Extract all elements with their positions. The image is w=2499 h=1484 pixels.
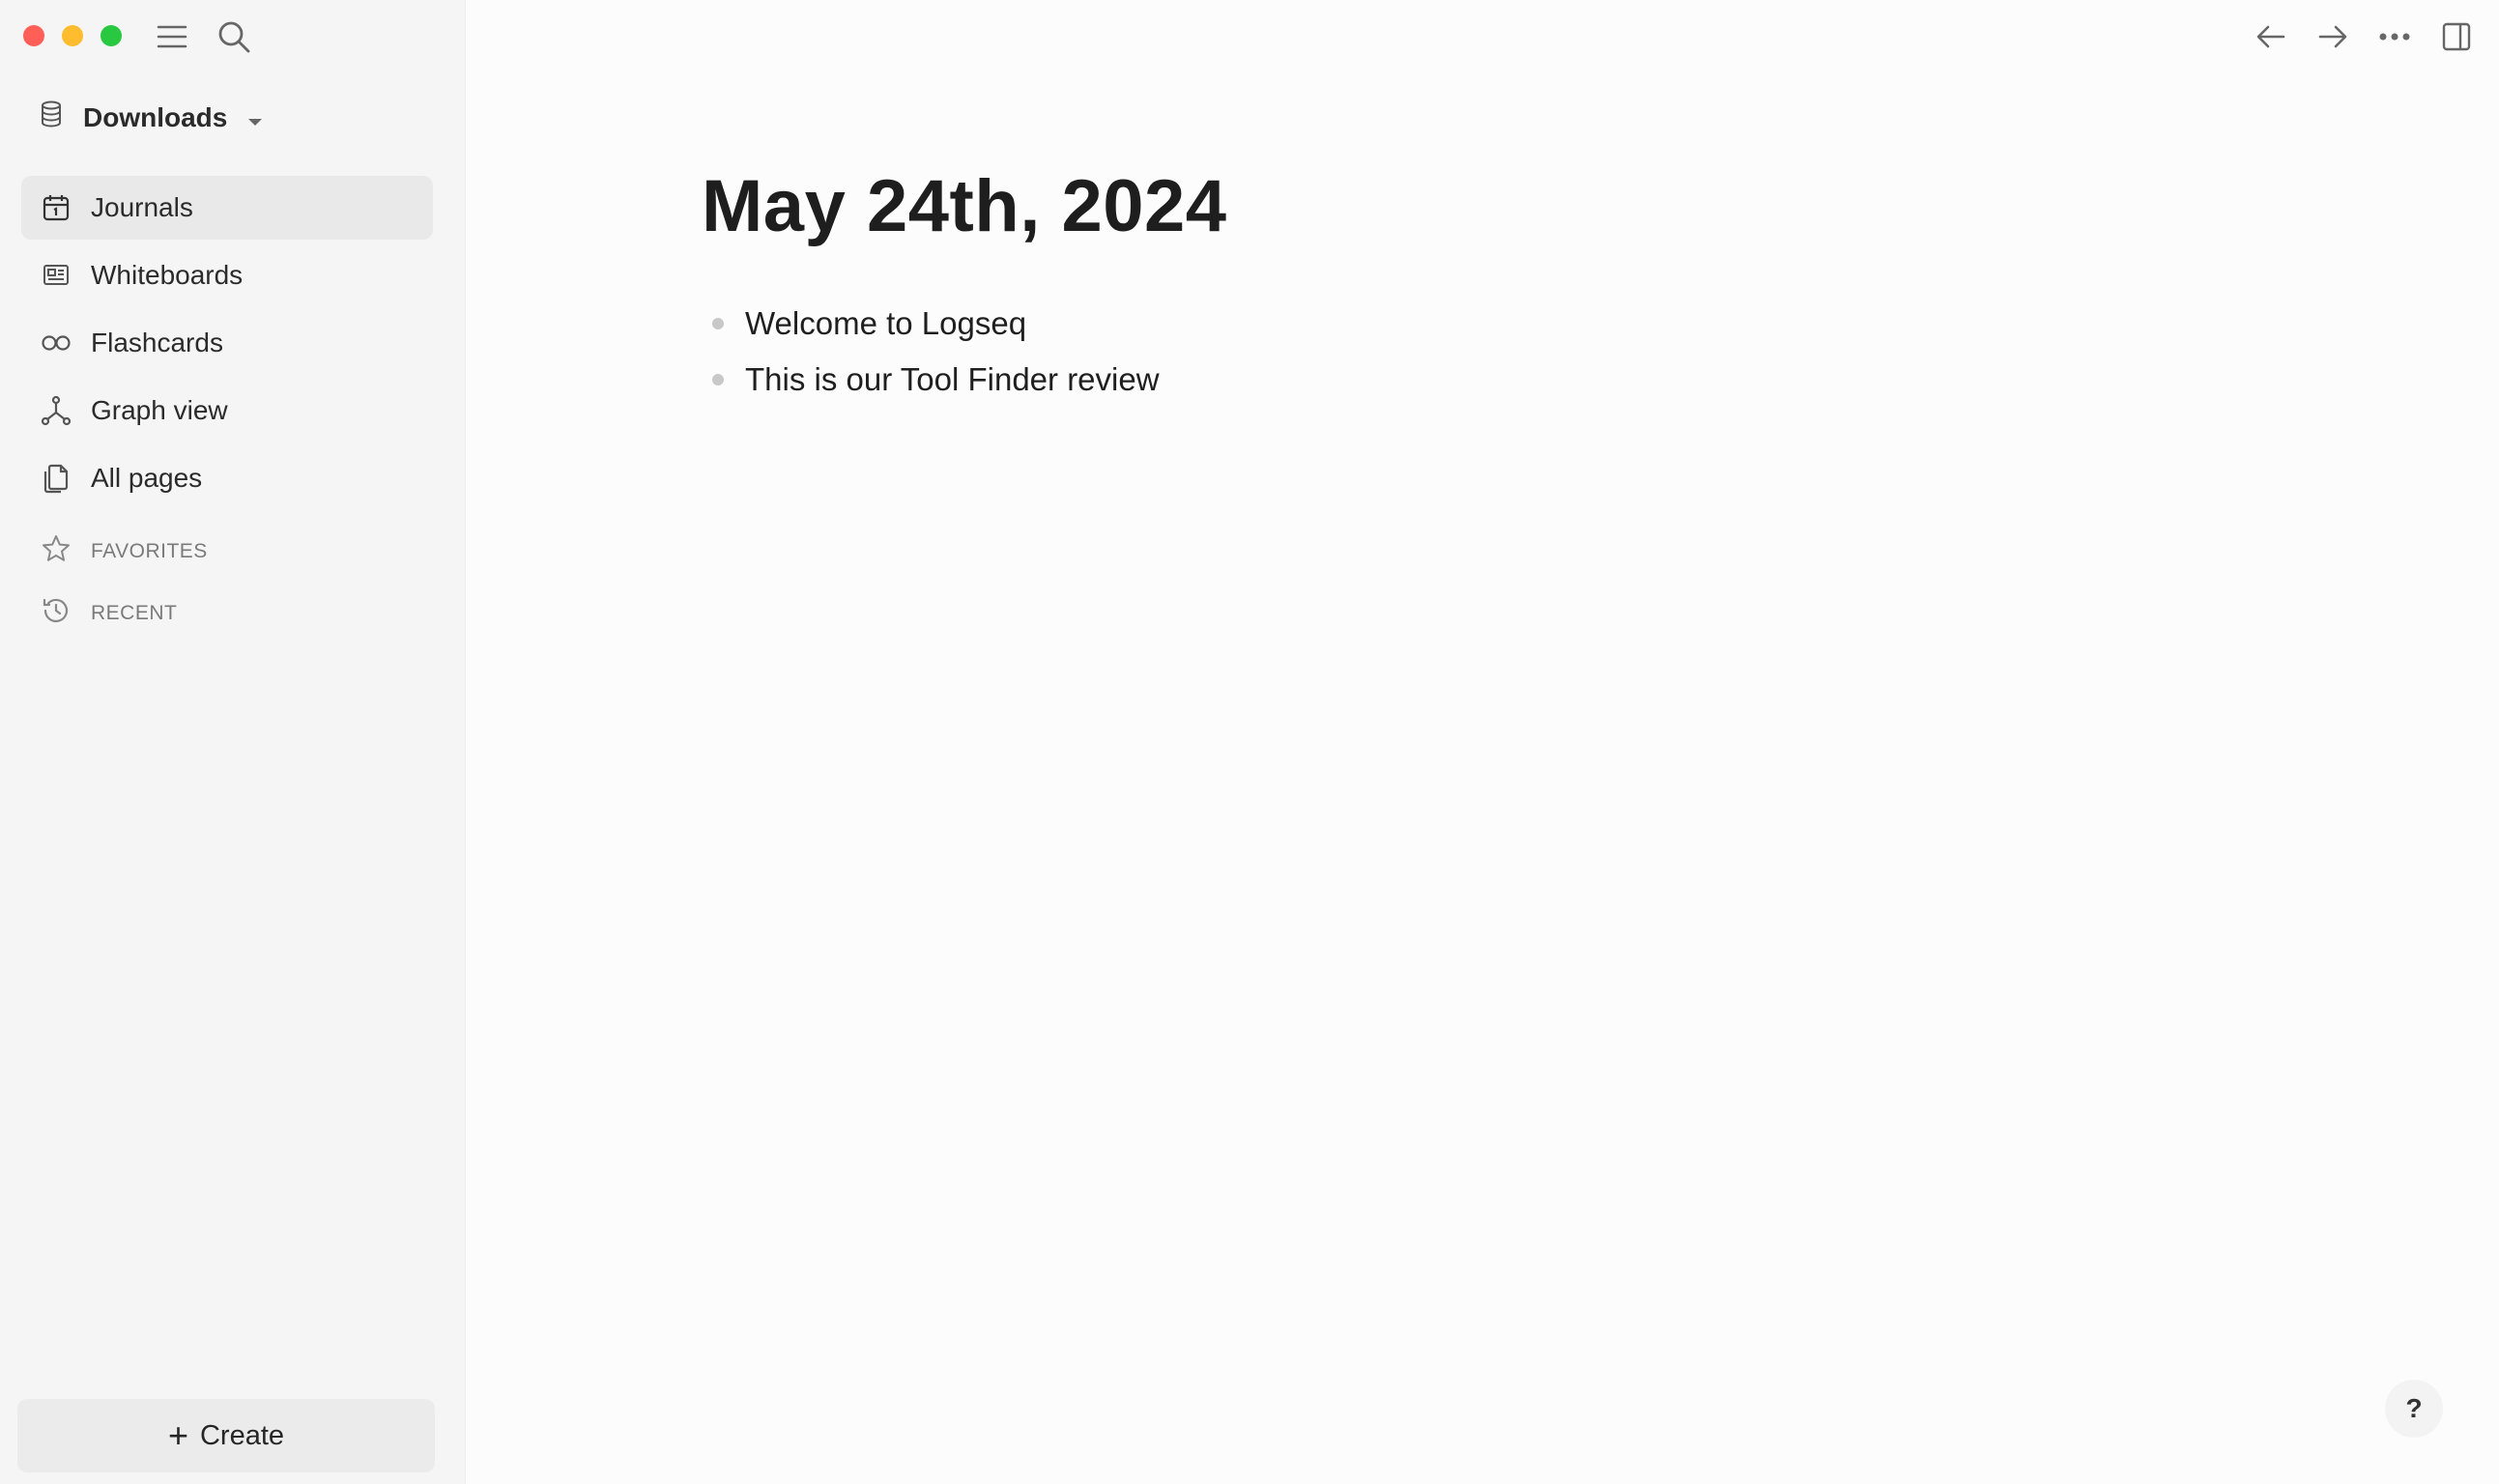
block-content[interactable]: This is our Tool Finder review (745, 361, 1160, 398)
database-icon (39, 100, 64, 134)
star-icon (41, 533, 72, 570)
search-icon[interactable] (215, 17, 253, 56)
main-content: May 24th, 2024 Welcome to Logseq This is… (467, 0, 2499, 1484)
graph-icon (41, 395, 72, 426)
sidebar-item-whiteboards[interactable]: Whiteboards (21, 243, 433, 307)
help-label: ? (2405, 1393, 2423, 1423)
bullet-icon[interactable] (712, 374, 724, 385)
block-list: Welcome to Logseq This is our Tool Finde… (704, 296, 1160, 408)
sidebar-item-journals[interactable]: Journals (21, 176, 433, 240)
graph-switcher[interactable]: Downloads (39, 100, 264, 134)
create-button[interactable]: + Create (17, 1399, 435, 1472)
left-sidebar: Downloads Journals Whiteboards Flashcard… (0, 0, 466, 1484)
sidebar-item-label: Flashcards (91, 328, 223, 357)
sidebar-item-graph-view[interactable]: Graph view (21, 379, 433, 442)
recent-section[interactable]: RECENT (41, 595, 177, 632)
chevron-down-icon (246, 102, 264, 133)
favorites-label: FAVORITES (91, 540, 208, 562)
minimize-window-button[interactable] (62, 25, 83, 46)
pages-icon (41, 463, 72, 494)
page-title[interactable]: May 24th, 2024 (702, 164, 1227, 248)
plus-icon: + (167, 1415, 188, 1455)
top-right-toolbar (2252, 17, 2499, 56)
block-content[interactable]: Welcome to Logseq (745, 305, 1026, 342)
create-label: Create (199, 1419, 285, 1451)
bullet-icon[interactable] (712, 318, 724, 329)
sidebar-item-label: Whiteboards (91, 260, 244, 290)
sidebar-item-label: Journals (91, 192, 193, 222)
window-controls (23, 25, 122, 46)
menu-icon[interactable] (153, 17, 191, 56)
sidebar-item-all-pages[interactable]: All pages (21, 446, 433, 510)
whiteboard-icon (41, 260, 72, 291)
close-window-button[interactable] (23, 25, 44, 46)
sidebar-item-label: Graph view (91, 395, 228, 425)
sidebar-nav: Journals Whiteboards Flashcards Graph vi… (21, 176, 433, 514)
arrow-right-icon[interactable] (2313, 17, 2352, 56)
list-item[interactable]: This is our Tool Finder review (704, 352, 1160, 408)
help-button[interactable]: ? (2385, 1380, 2443, 1438)
infinity-icon (41, 328, 72, 358)
more-icon[interactable] (2375, 17, 2414, 56)
graph-name: Downloads (83, 101, 228, 132)
calendar-icon (41, 192, 72, 223)
history-icon (41, 595, 72, 632)
favorites-section[interactable]: FAVORITES (41, 533, 208, 570)
sidebar-item-flashcards[interactable]: Flashcards (21, 311, 433, 375)
list-item[interactable]: Welcome to Logseq (704, 296, 1160, 352)
right-sidebar-icon[interactable] (2437, 17, 2476, 56)
maximize-window-button[interactable] (101, 25, 122, 46)
sidebar-item-label: All pages (91, 463, 203, 493)
recent-label: RECENT (91, 602, 178, 624)
arrow-left-icon[interactable] (2252, 17, 2290, 56)
